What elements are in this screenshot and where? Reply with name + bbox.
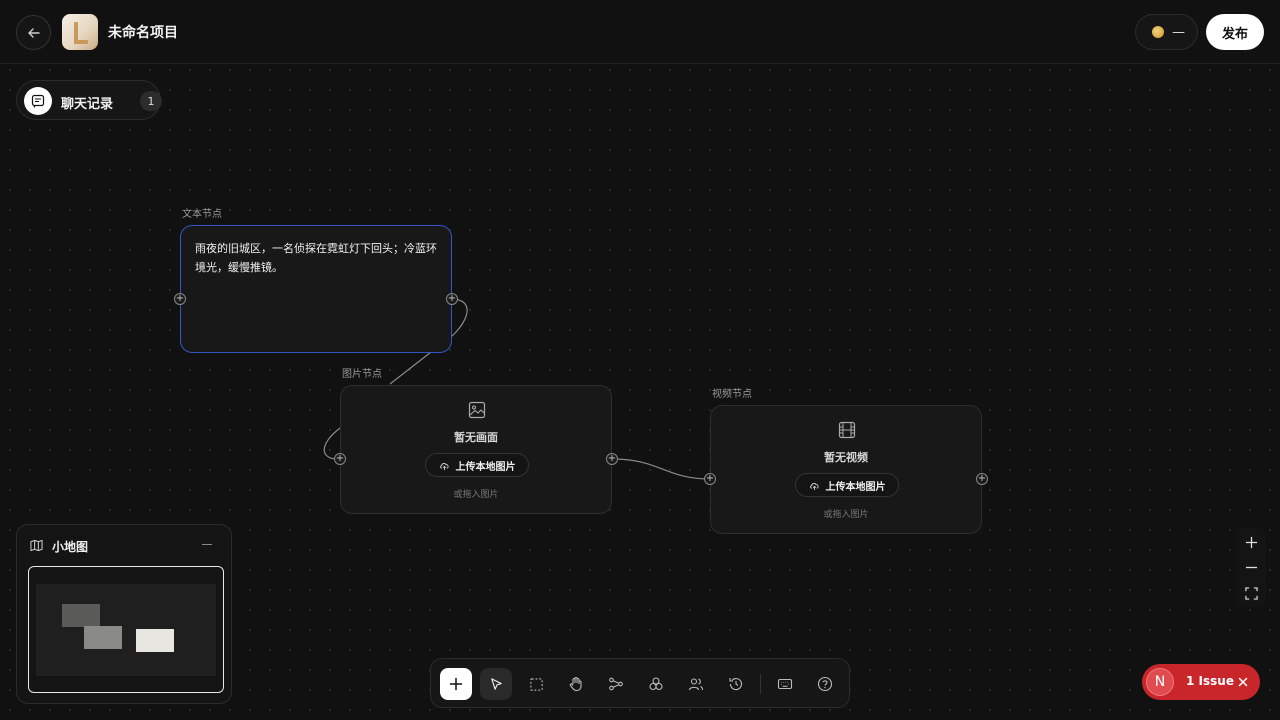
help-icon — [817, 676, 833, 692]
video-drop-hint: 或拖入图片 — [823, 510, 869, 520]
video-node[interactable]: 暂无视频 上传本地图片 或拖入图片 — [710, 405, 982, 534]
arrow-left-icon — [27, 27, 40, 38]
video-node-input-handle[interactable]: + — [704, 473, 716, 485]
chat-count-badge: 1 — [140, 91, 162, 111]
image-node-output-handle[interactable]: + — [606, 453, 618, 465]
close-icon — [1238, 677, 1248, 687]
minimap-viewport[interactable] — [28, 566, 224, 693]
keyboard-shortcuts-button[interactable] — [769, 668, 801, 700]
edge-image-to-video — [611, 458, 711, 480]
credits-balance[interactable]: — — [1135, 14, 1198, 50]
marquee-tool-button[interactable] — [520, 668, 552, 700]
add-icon — [449, 677, 463, 691]
minus-icon — [1245, 566, 1257, 568]
text-node-label: 文本节点 — [182, 209, 222, 220]
map-icon — [30, 539, 43, 552]
issue-badge[interactable]: N 1 Issue — [1142, 664, 1260, 700]
text-node-content[interactable]: 雨夜的旧城区，一名侦探在霓虹灯下回头；冷蓝环境光，缓慢推镜。 — [195, 239, 441, 277]
minimap-video-node — [136, 629, 174, 652]
history-icon — [729, 678, 743, 691]
zoom-in-button[interactable] — [1236, 530, 1266, 554]
credits-value: — — [1172, 24, 1185, 40]
chat-icon — [24, 87, 52, 115]
select-pointer-icon — [490, 677, 502, 690]
group-icon — [649, 677, 663, 691]
text-node-input-handle[interactable]: + — [174, 293, 186, 305]
fit-view-icon — [1244, 586, 1258, 600]
upload-cloud-icon — [439, 462, 449, 470]
video-node-empty-title: 暂无视频 — [824, 451, 868, 464]
upload-cloud-icon — [809, 482, 819, 490]
video-upload-label: 上传本地图片 — [825, 481, 886, 493]
image-node-empty-title: 暂无画面 — [454, 431, 498, 444]
fit-view-button[interactable] — [1236, 581, 1266, 605]
video-node-output-handle[interactable]: + — [976, 473, 988, 485]
history-button[interactable] — [720, 668, 752, 700]
pan-tool-button[interactable] — [560, 668, 592, 700]
image-upload-label: 上传本地图片 — [455, 461, 516, 473]
text-node-output-handle[interactable]: + — [446, 293, 458, 305]
image-node-label: 图片节点 — [342, 369, 382, 380]
zoom-out-button[interactable] — [1236, 555, 1266, 579]
image-drop-hint: 或拖入图片 — [453, 490, 499, 500]
connect-tool-button[interactable] — [600, 668, 632, 700]
plus-icon — [1245, 536, 1257, 548]
bottom-toolbar — [430, 658, 850, 708]
film-icon — [838, 421, 856, 439]
text-node[interactable]: 雨夜的旧城区，一名侦探在霓虹灯下回头；冷蓝环境光，缓慢推镜。 — [180, 225, 452, 353]
zoom-controls — [1236, 528, 1266, 606]
minimap-title: 小地图 — [52, 540, 89, 554]
project-logo[interactable] — [62, 14, 98, 50]
video-node-label: 视频节点 — [712, 389, 752, 400]
minimap-panel: 小地图 — [16, 524, 232, 704]
hand-pan-icon — [569, 676, 582, 692]
help-button[interactable] — [809, 668, 841, 700]
coin-icon — [1152, 26, 1164, 38]
minimap-image-node — [84, 626, 122, 649]
connect-nodes-icon — [609, 677, 623, 691]
nextjs-logo-icon: N — [1146, 668, 1174, 696]
group-tool-button[interactable] — [640, 668, 672, 700]
minimap-collapse-button[interactable] — [202, 544, 212, 545]
video-upload-button[interactable]: 上传本地图片 — [795, 473, 899, 497]
marquee-select-icon — [529, 677, 543, 691]
publish-button[interactable]: 发布 — [1206, 14, 1264, 50]
top-header: 未命名项目 — 发布 — [0, 0, 1280, 64]
issue-close-button[interactable] — [1234, 673, 1252, 691]
issue-count-text: 1 Issue — [1186, 674, 1234, 688]
collaborators-button[interactable] — [680, 668, 712, 700]
keyboard-icon — [777, 678, 793, 690]
chat-history-button[interactable]: 聊天记录 1 — [16, 80, 162, 120]
minimap-text-node — [62, 604, 100, 627]
back-button[interactable] — [16, 15, 51, 50]
image-node[interactable]: 暂无画面 上传本地图片 或拖入图片 — [340, 385, 612, 514]
add-node-button[interactable] — [440, 668, 472, 700]
users-icon — [688, 678, 704, 691]
image-upload-button[interactable]: 上传本地图片 — [425, 453, 529, 477]
chat-history-label: 聊天记录 — [61, 97, 114, 112]
image-node-input-handle[interactable]: + — [334, 453, 346, 465]
project-title[interactable]: 未命名项目 — [108, 22, 178, 42]
image-icon — [468, 401, 486, 419]
select-tool-button[interactable] — [480, 668, 512, 700]
toolbar-divider — [760, 674, 761, 694]
